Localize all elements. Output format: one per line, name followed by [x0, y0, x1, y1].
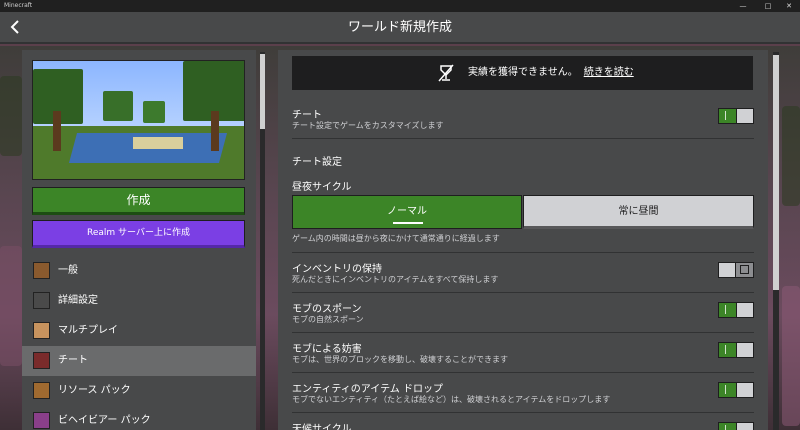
mob-spawning-toggle[interactable]: | [718, 302, 754, 318]
mob-griefing-toggle[interactable]: | [718, 342, 754, 358]
achievement-disabled-icon [438, 64, 454, 82]
header-bar: ワールド新規作成 [0, 12, 800, 44]
setting-mob-spawning: モブのスポーン モブの自然スポーン [292, 300, 754, 330]
setting-title: 天候サイクル [292, 424, 352, 430]
weather-cycle-toggle[interactable]: | [718, 422, 754, 430]
cheats-toggle[interactable]: | [718, 108, 754, 124]
daylight-cycle-description: ゲーム内の時間は昼から夜にかけて通常通りに経過します [292, 234, 500, 243]
setting-title: モブによる妨害 [292, 344, 362, 355]
keep-inventory-toggle[interactable] [718, 262, 754, 278]
multiplayer-icon [33, 322, 50, 339]
left-panel: 作成 Realm サーバー上に作成 一般 詳細設定 マルチプレイ チート リソー… [22, 50, 256, 430]
setting-weather-cycle: 天候サイクル [292, 420, 754, 430]
create-button[interactable]: 作成 [32, 187, 245, 215]
advanced-icon [33, 292, 50, 309]
nav-item-advanced[interactable]: 詳細設定 [22, 286, 256, 316]
setting-title: インベントリの保持 [292, 264, 382, 275]
achievements-warning: 実績を獲得できません。 続きを読む [468, 56, 634, 90]
app-name: Minecraft [4, 2, 33, 9]
nav-item-label: 詳細設定 [58, 295, 98, 306]
divider [292, 292, 754, 293]
left-scrollbar[interactable] [260, 52, 265, 430]
daylight-cycle-selector: ノーマル 常に昼間 [292, 195, 754, 229]
nav-item-cheats[interactable]: チート [22, 346, 256, 376]
nav-item-general[interactable]: 一般 [22, 256, 256, 286]
page-title: ワールド新規作成 [347, 20, 452, 35]
setting-cheats: チート チート設定でゲームをカスタマイズします [292, 106, 754, 136]
divider [292, 252, 754, 253]
setting-description: 死んだときにインベントリのアイテムをすべて保持します [292, 275, 499, 284]
setting-mob-griefing: モブによる妨害 モブは、世界のブロックを移動し、破壊することができます [292, 340, 754, 370]
resource-pack-icon [33, 382, 50, 399]
setting-description: モブは、世界のブロックを移動し、破壊することができます [292, 355, 508, 364]
setting-entity-drops: エンティティのアイテム ドロップ モブでないエンティティ（たとえば絵など）は、破… [292, 380, 754, 410]
behavior-pack-icon [33, 412, 50, 429]
daylight-option-normal[interactable]: ノーマル [292, 195, 522, 229]
maximize-button[interactable]: □ [757, 0, 779, 12]
daylight-option-always-day[interactable]: 常に昼間 [523, 195, 754, 229]
setting-title: 昼夜サイクル [292, 182, 352, 193]
nav-item-label: ビヘイビアー パック [58, 415, 151, 426]
divider [292, 412, 754, 413]
cheats-icon [33, 352, 50, 369]
setting-description: モブの自然スポーン [292, 315, 364, 324]
nav-item-label: チート [58, 355, 88, 366]
divider [292, 372, 754, 373]
option-label: ノーマル [387, 206, 427, 217]
nav-item-multiplayer[interactable]: マルチプレイ [22, 316, 256, 346]
setting-title: エンティティのアイテム ドロップ [292, 384, 443, 395]
back-button[interactable] [6, 18, 24, 36]
minimize-button[interactable]: — [732, 0, 754, 12]
setting-title: モブのスポーン [292, 304, 362, 315]
setting-description: モブでないエンティティ（たとえば絵など）は、破壊されるとアイテムをドロップします [292, 395, 611, 404]
right-scrollbar[interactable] [773, 52, 779, 430]
setting-description: チート設定でゲームをカスタマイズします [292, 121, 444, 130]
create-on-realm-button[interactable]: Realm サーバー上に作成 [32, 220, 245, 248]
window-titlebar: Minecraft — □ ✕ [0, 0, 800, 12]
entity-drops-toggle[interactable]: | [718, 382, 754, 398]
setting-keep-inventory: インベントリの保持 死んだときにインベントリのアイテムをすべて保持します [292, 260, 754, 290]
nav-item-resource-packs[interactable]: リソース パック [22, 376, 256, 406]
right-scrollbar-thumb[interactable] [773, 55, 779, 290]
nav-item-label: リソース パック [58, 385, 131, 396]
achievements-warning-text: 実績を獲得できません。 [468, 67, 578, 78]
setting-title: チート [292, 110, 322, 121]
left-scrollbar-thumb[interactable] [260, 54, 265, 129]
general-icon [33, 262, 50, 279]
setting-daylight-cycle: 昼夜サイクル [292, 178, 754, 193]
read-more-link[interactable]: 続きを読む [584, 67, 634, 78]
nav-item-label: マルチプレイ [58, 325, 118, 336]
achievements-banner: 実績を獲得できません。 続きを読む [292, 56, 753, 90]
settings-nav: 一般 詳細設定 マルチプレイ チート リソース パック ビヘイビアー パック [22, 256, 256, 430]
nav-item-behavior-packs[interactable]: ビヘイビアー パック [22, 406, 256, 430]
nav-item-label: 一般 [58, 265, 78, 276]
chevron-left-icon [10, 20, 19, 34]
divider [292, 138, 754, 139]
close-window-button[interactable]: ✕ [778, 0, 800, 12]
settings-panel: 実績を獲得できません。 続きを読む チート チート設定でゲームをカスタマイズします… [278, 50, 768, 430]
section-header-cheat-settings: チート設定 [292, 157, 342, 168]
world-preview-image [32, 60, 245, 180]
divider [292, 332, 754, 333]
